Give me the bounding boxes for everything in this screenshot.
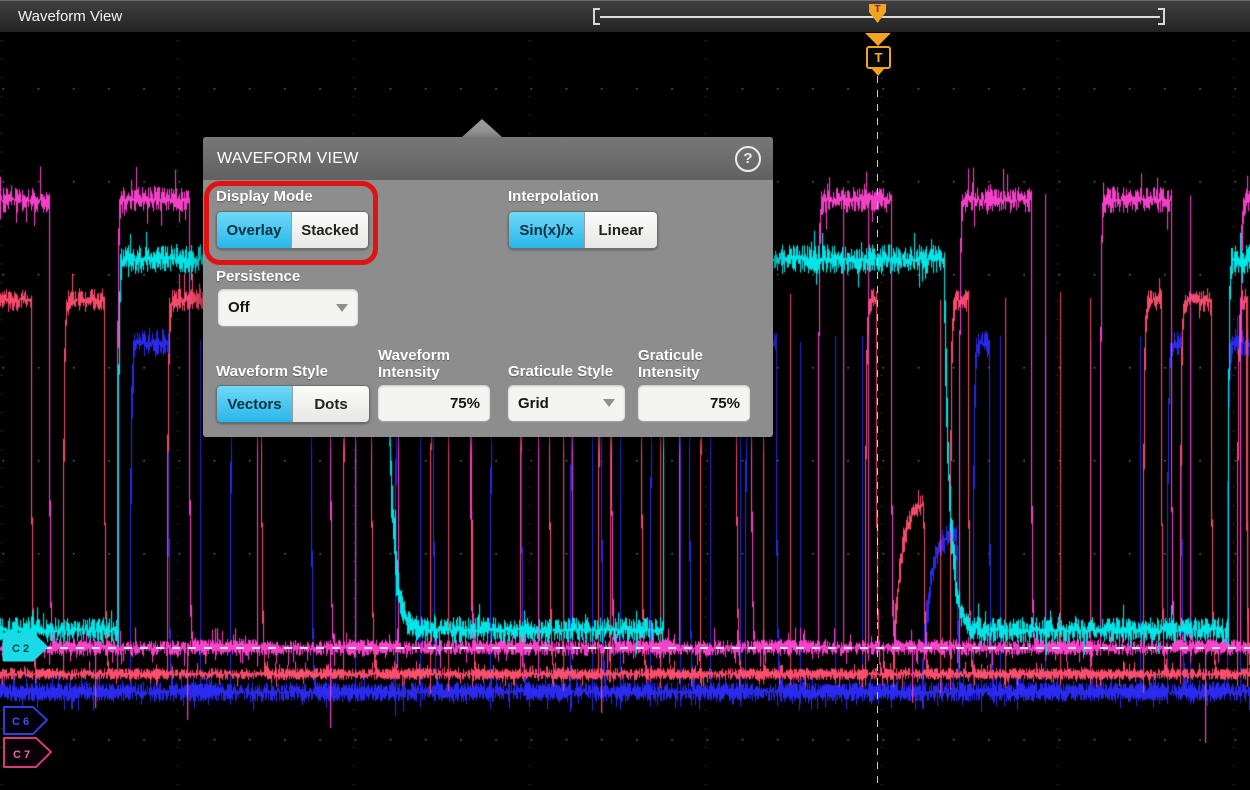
waveform-style-vectors-button[interactable]: Vectors [217, 386, 292, 422]
graticule-intensity-label: Graticule Intensity [638, 341, 738, 381]
waveform-style-label: Waveform Style [216, 363, 328, 380]
display-mode-label: Display Mode [216, 188, 313, 205]
waveform-intensity-input[interactable]: 75% [378, 385, 490, 421]
trigger-position-cursor [877, 76, 878, 790]
channel-badge-c6[interactable]: C 6 [2, 704, 52, 738]
display-mode-toggle: Overlay Stacked [216, 211, 369, 249]
waveform-intensity-label: Waveform Intensity [378, 341, 484, 381]
waveform-style-dots-button[interactable]: Dots [292, 386, 369, 422]
trigger-marker-arrow-icon[interactable] [865, 33, 891, 46]
persistence-label: Persistence [216, 268, 300, 285]
waveform-style-toggle: Vectors Dots [216, 385, 370, 423]
interpolation-label: Interpolation [508, 188, 599, 205]
graticule-style-value: Grid [518, 395, 549, 412]
persistence-value: Off [228, 299, 250, 316]
graticule-intensity-value: 75% [710, 395, 740, 412]
view-title: Waveform View [18, 1, 122, 32]
waveform-view-dialog: WAVEFORM VIEW ? Display Mode Overlay Sta… [203, 137, 773, 437]
timeline-left-bracket[interactable] [593, 8, 600, 25]
dialog-title: WAVEFORM VIEW [217, 137, 359, 180]
display-mode-overlay-button[interactable]: Overlay [217, 212, 291, 248]
view-titlebar: Waveform View T [0, 0, 1250, 32]
channel-badge-c2[interactable]: C 2 [2, 632, 52, 664]
dialog-callout-arrow-icon [462, 119, 502, 137]
channel-label-c6: C 6 [12, 716, 29, 728]
waveform-intensity-value: 75% [450, 395, 480, 412]
channel-label-c7: C 7 [13, 749, 30, 761]
interpolation-sinx-button[interactable]: Sin(x)/x [509, 212, 584, 248]
dropdown-arrow-icon [603, 399, 615, 407]
dropdown-arrow-icon [336, 304, 348, 312]
dialog-header[interactable]: WAVEFORM VIEW ? [203, 137, 773, 180]
timeline-right-bracket[interactable] [1158, 8, 1165, 25]
trigger-badge[interactable]: T [866, 46, 891, 69]
oscilloscope-screen: { "titlebar": { "title": "Waveform View"… [0, 0, 1250, 790]
help-icon[interactable]: ? [735, 146, 761, 172]
display-mode-stacked-button[interactable]: Stacked [291, 212, 368, 248]
graticule-style-label: Graticule Style [508, 363, 613, 380]
channel-badge-c7[interactable]: C 7 [2, 735, 56, 771]
graticule-intensity-input[interactable]: 75% [638, 385, 750, 421]
interpolation-toggle: Sin(x)/x Linear [508, 211, 658, 249]
timeline-trigger-flag-icon[interactable]: T [869, 4, 886, 23]
persistence-dropdown[interactable]: Off [218, 289, 358, 326]
trigger-badge-tail-icon [872, 69, 884, 76]
interpolation-linear-button[interactable]: Linear [584, 212, 657, 248]
graticule-style-dropdown[interactable]: Grid [508, 385, 625, 421]
channel-label-c2: C 2 [12, 643, 29, 655]
channel2-reference-line [44, 647, 1250, 649]
